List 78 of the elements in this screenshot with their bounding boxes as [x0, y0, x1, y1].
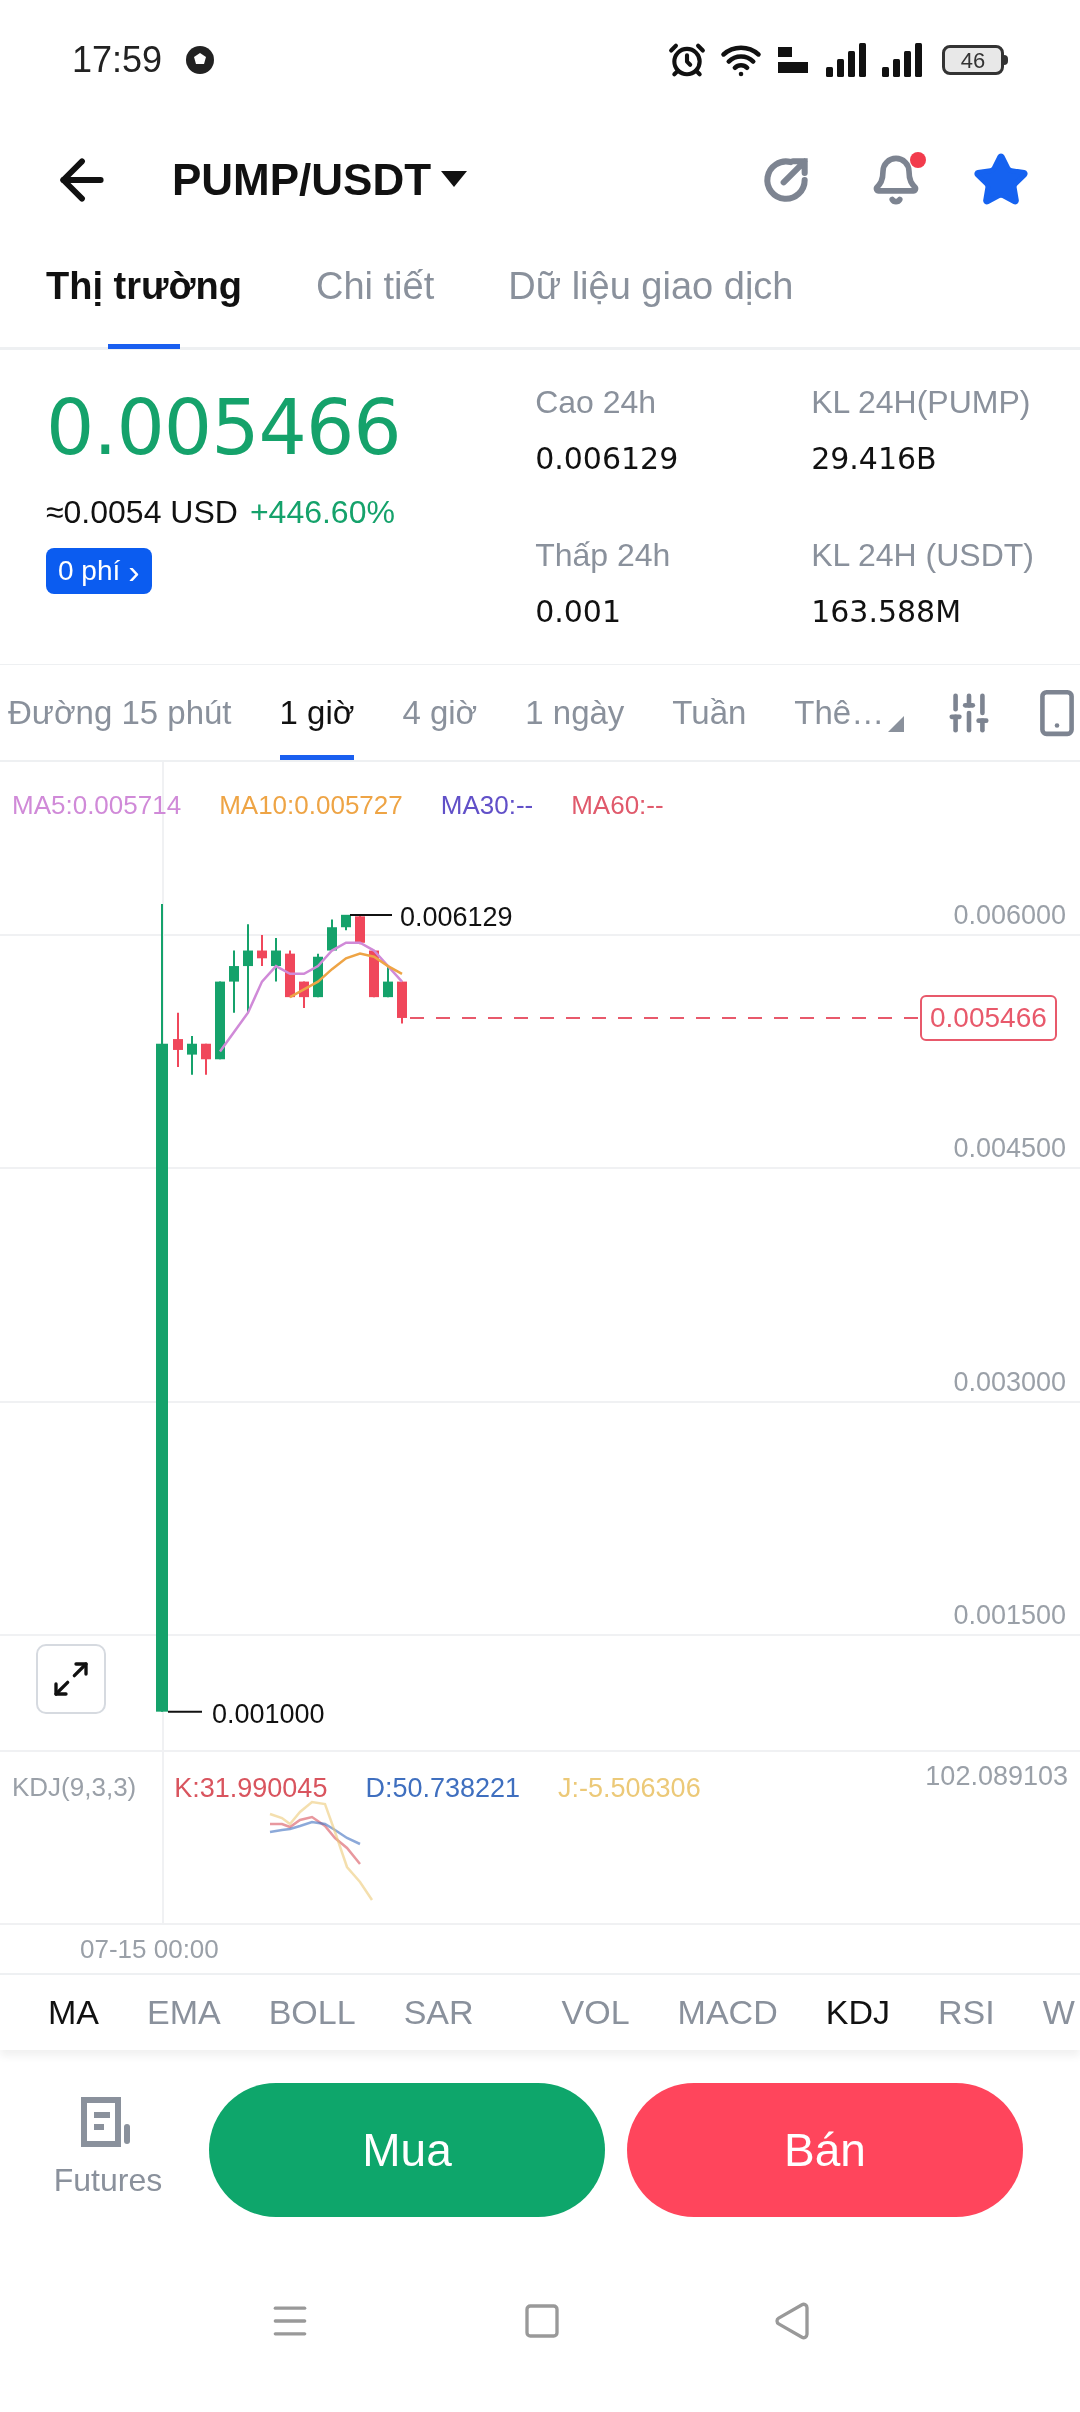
page-tab[interactable]: Thị trường	[46, 240, 242, 347]
expand-icon	[51, 1659, 91, 1699]
candlestick	[187, 1034, 197, 1076]
timeframe-tab[interactable]: 1 ngày	[525, 665, 625, 760]
stat-label: Cao 24h	[535, 383, 658, 422]
price-axis-label: 0.006000	[953, 899, 1066, 932]
kdj-value: D:50.738221	[365, 1772, 521, 1805]
back-nav-button[interactable]	[772, 2301, 812, 2341]
candlestick	[271, 937, 281, 983]
home-button[interactable]	[522, 2301, 562, 2341]
timeframe-tab[interactable]: 4 giờ	[402, 665, 478, 760]
timeframe-tab[interactable]: Thê…	[794, 665, 905, 760]
high-price-label: 0.006129	[400, 900, 513, 934]
last-price: 0.005466	[46, 382, 402, 474]
indicator-tab[interactable]: MACD	[677, 1987, 778, 2038]
timeframe-tab[interactable]: Đường 15 phút	[8, 665, 232, 760]
indicator-tab[interactable]: W	[1042, 1987, 1075, 2038]
moving-average-legend: MA10:0.005727	[219, 786, 403, 825]
indicator-tab[interactable]: KDJ	[825, 1987, 890, 2038]
candlestick	[173, 1011, 183, 1069]
soccer-ball-icon	[184, 44, 217, 76]
candlestick	[397, 980, 407, 1025]
indicator-tab[interactable]: RSI	[937, 1987, 995, 2038]
stat-value: 0.001	[535, 593, 623, 631]
usd-value: ≈0.0054 USD	[46, 493, 238, 532]
page-tab[interactable]: Chi tiết	[315, 240, 435, 347]
page-tab[interactable]: Dữ liệu giao dịch	[508, 240, 794, 347]
candlestick	[327, 918, 337, 952]
last-price-tag: 0.005466	[920, 994, 1057, 1041]
candlestick	[229, 949, 239, 1014]
stat-label: Thấp 24h	[535, 536, 672, 575]
kdj-value: J:-5.506306	[558, 1772, 701, 1805]
candlestick	[369, 949, 379, 999]
candlestick	[313, 952, 323, 999]
kdj-axis-label: 102.089103	[925, 1760, 1068, 1793]
price-axis-label: 0.004500	[953, 1132, 1066, 1165]
candlestick	[383, 965, 393, 999]
candlestick	[201, 1042, 211, 1076]
alarm-icon	[668, 41, 706, 79]
moving-average-legend: MA60:--	[571, 786, 664, 825]
candlestick	[341, 913, 351, 932]
kdj-value: K:31.990045	[174, 1772, 328, 1805]
fee-badge[interactable]: 0 phí ›	[46, 548, 152, 594]
price-axis-label: 0.001500	[953, 1599, 1066, 1632]
moving-average-legend: MA5:0.005714	[12, 786, 182, 825]
indicator-tab[interactable]: BOLL	[268, 1987, 356, 2038]
leader-line	[167, 1710, 203, 1713]
dropdown-corner-icon	[888, 716, 905, 732]
time-axis-label: 07-15 00:00	[80, 1932, 219, 1966]
kdj-title: KDJ(9,3,3)	[12, 1771, 137, 1804]
price-axis-label: 0.003000	[953, 1366, 1066, 1399]
candlestick	[257, 934, 267, 968]
stat-value: 0.006129	[535, 440, 680, 478]
indicator-tab[interactable]: EMA	[147, 1987, 221, 2038]
candlestick	[355, 913, 365, 946]
pair-selector[interactable]: PUMP/USDT	[172, 147, 468, 213]
battery-level: 46	[942, 45, 1004, 75]
timeframe-tab[interactable]: Tuần	[672, 665, 747, 760]
caret-icon	[441, 171, 468, 189]
price-change: +446.60%	[249, 493, 395, 532]
status-time: 17:59	[72, 38, 163, 82]
fullscreen-button[interactable]	[36, 1644, 106, 1714]
futures-button[interactable]: Futures	[48, 2096, 168, 2204]
candlestick	[285, 949, 295, 999]
stat-value: 29.416B	[811, 440, 938, 478]
stat-label: KL 24H(PUMP)	[811, 383, 1032, 422]
moving-average-legend: MA30:--	[440, 786, 534, 825]
candlestick	[299, 980, 309, 1009]
leader-line	[349, 913, 393, 916]
indicator-tab[interactable]: MA	[48, 1987, 99, 2038]
indicator-tab[interactable]: VOL	[561, 1987, 630, 2038]
timeframe-tab[interactable]: 1 giờ	[279, 665, 355, 760]
stat-label: KL 24H (USDT)	[811, 536, 1034, 575]
buy-button[interactable]: Mua	[209, 2083, 605, 2217]
low-price-label: 0.001000	[212, 1697, 325, 1731]
indicator-tab[interactable]: SAR	[403, 1987, 474, 2038]
sell-button[interactable]: Bán	[627, 2083, 1023, 2217]
stat-value: 163.588M	[811, 593, 963, 631]
